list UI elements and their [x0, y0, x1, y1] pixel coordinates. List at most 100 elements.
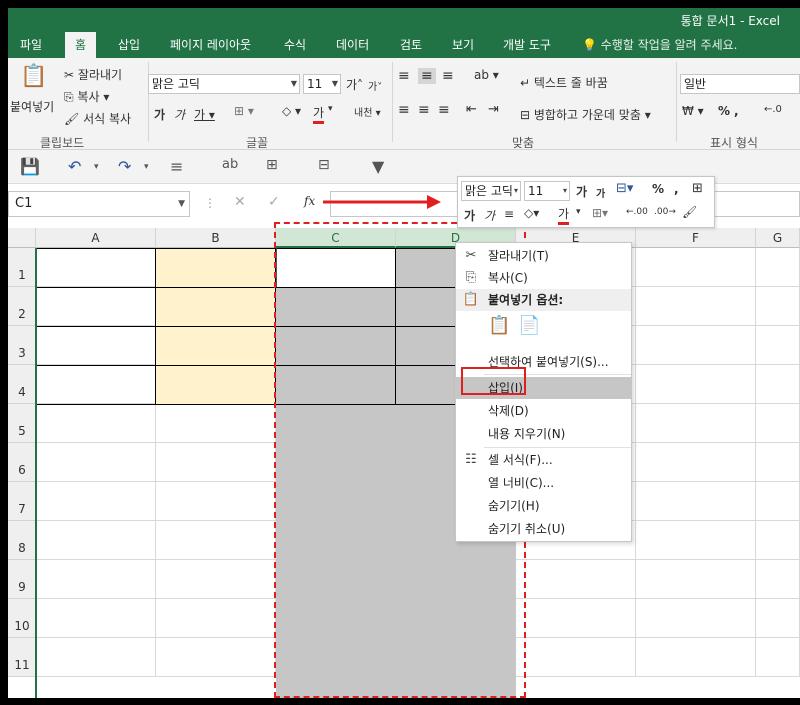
column-header-f[interactable]: F — [636, 228, 756, 248]
grid-cell[interactable] — [36, 443, 156, 482]
grid-cell[interactable] — [636, 443, 756, 482]
grid-cell[interactable] — [756, 287, 800, 326]
menu-format-cells[interactable]: ☷ 셀 서식(F)... — [456, 449, 631, 471]
tab-insert[interactable]: 삽입 — [118, 32, 140, 58]
grid-cell[interactable] — [36, 638, 156, 677]
wrap-text-button[interactable]: ↵ 텍스트 줄 바꿈 — [520, 74, 608, 91]
mini-fill-color-icon[interactable]: ◇▾ — [524, 206, 539, 220]
grid-cell[interactable] — [36, 599, 156, 638]
row-header-5[interactable]: 5 — [8, 404, 36, 443]
grid-cell[interactable] — [156, 638, 276, 677]
tab-view[interactable]: 보기 — [452, 32, 474, 58]
menu-hide[interactable]: 숨기기(H) — [456, 495, 631, 517]
tab-review[interactable]: 검토 — [400, 32, 422, 58]
tab-page-layout[interactable]: 페이지 레이아웃 — [170, 32, 251, 58]
mini-size-combo[interactable]: 11 ▾ — [524, 181, 570, 201]
grid-cell[interactable] — [636, 638, 756, 677]
tab-formulas[interactable]: 수식 — [284, 32, 306, 58]
row-header-7[interactable]: 7 — [8, 482, 36, 521]
column-header-a[interactable]: A — [36, 228, 156, 248]
grid-cell[interactable] — [756, 365, 800, 404]
grid-cell[interactable] — [636, 287, 756, 326]
chevron-down-icon[interactable]: ▾ — [576, 207, 581, 217]
cell-a3[interactable] — [36, 326, 156, 366]
tab-home[interactable]: 홈 — [65, 32, 97, 58]
select-all-corner[interactable] — [8, 228, 36, 248]
row-header-10[interactable]: 10 — [8, 599, 36, 638]
cell-a4[interactable] — [36, 365, 156, 405]
redo-icon[interactable]: ↷ — [118, 157, 131, 176]
grid-cell[interactable] — [756, 560, 800, 599]
grid-cell[interactable] — [36, 560, 156, 599]
menu-column-width[interactable]: 열 너비(C)... — [456, 472, 631, 494]
underline-button[interactable]: 가 ▾ — [194, 106, 215, 123]
grid-cell[interactable] — [756, 521, 800, 560]
grid-cell[interactable] — [156, 443, 276, 482]
save-icon[interactable]: 💾 — [20, 157, 40, 176]
cell-b2[interactable] — [155, 287, 276, 327]
grid-cell[interactable] — [36, 404, 156, 443]
format-table-icon[interactable]: ⊞ — [692, 181, 703, 196]
number-format-combo[interactable]: 일반 — [680, 74, 800, 94]
align-icon[interactable]: ≡ — [170, 157, 183, 176]
font-size-combo[interactable]: 11 ▼ — [303, 74, 341, 94]
menu-copy[interactable]: ⎘ 복사(C) — [456, 267, 631, 289]
column-header-b[interactable]: B — [156, 228, 276, 248]
name-box[interactable]: C1 ▼ — [8, 191, 190, 217]
orientation-icon[interactable]: ab ▾ — [474, 68, 499, 82]
align-right-icon[interactable]: ≡ — [438, 102, 450, 118]
chevron-down-icon[interactable]: ▾ — [144, 162, 149, 172]
row-header-6[interactable]: 6 — [8, 443, 36, 482]
cell-b1[interactable] — [155, 248, 276, 288]
paste-icon[interactable]: 📋 — [488, 315, 510, 336]
grow-font-icon[interactable]: 가 — [576, 183, 587, 200]
currency-icon[interactable]: ⊟▾ — [616, 181, 633, 196]
grid-cell[interactable] — [156, 482, 276, 521]
cell-b4[interactable] — [155, 365, 276, 405]
currency-icon[interactable]: ₩ ▾ — [682, 104, 704, 118]
orientation-icon[interactable]: ab — [222, 157, 238, 172]
cell-a2[interactable] — [36, 287, 156, 327]
grid-cell[interactable] — [636, 365, 756, 404]
format-painter-button[interactable]: 🖌 서식 복사 — [64, 110, 131, 127]
tab-file[interactable]: 파일 — [20, 32, 42, 58]
row-header-3[interactable]: 3 — [8, 326, 36, 365]
bold-button[interactable]: 가 — [154, 106, 165, 123]
grid-cell[interactable] — [516, 638, 636, 677]
decrease-decimal-icon[interactable]: .00→ — [654, 207, 676, 217]
font-name-combo[interactable]: 맑은 고딕 ▼ — [148, 74, 300, 94]
mini-font-color-icon[interactable]: 가 — [558, 205, 570, 225]
grid-cell[interactable] — [516, 560, 636, 599]
grid-cell[interactable] — [756, 638, 800, 677]
chevron-down-icon[interactable]: ▼ — [178, 192, 185, 216]
comma-button[interactable]: , — [734, 104, 739, 118]
grid-cell[interactable] — [636, 560, 756, 599]
grid-cell[interactable] — [636, 404, 756, 443]
grid-cell[interactable] — [156, 521, 276, 560]
mini-comma-button[interactable]: , — [674, 182, 679, 196]
grid-cell[interactable] — [756, 482, 800, 521]
tell-me-box[interactable]: 💡 수행할 작업을 알려 주세요. — [582, 32, 737, 58]
increase-decimal-icon[interactable]: ←.00 — [626, 207, 648, 217]
mini-border-icon[interactable]: ⊞▾ — [592, 206, 608, 220]
menu-clear-contents[interactable]: 내용 지우기(N) — [456, 423, 631, 445]
undo-icon[interactable]: ↶ — [68, 157, 81, 176]
row-header-8[interactable]: 8 — [8, 521, 36, 560]
grid-cell[interactable] — [756, 599, 800, 638]
row-header-11[interactable]: 11 — [8, 638, 36, 677]
mini-italic-button[interactable]: 가 — [484, 207, 495, 224]
grid-cell[interactable] — [636, 521, 756, 560]
menu-delete[interactable]: 삭제(D) — [456, 400, 631, 422]
filter-icon[interactable]: ▼ — [372, 157, 384, 176]
row-header-9[interactable]: 9 — [8, 560, 36, 599]
copy-button[interactable]: ⎘ 복사 ▾ — [64, 88, 109, 105]
cell-b3[interactable] — [155, 326, 276, 366]
align-bottom-icon[interactable]: ≡ — [442, 68, 454, 84]
cancel-icon[interactable]: ✕ — [234, 194, 246, 210]
tab-developer[interactable]: 개발 도구 — [503, 32, 551, 58]
mini-font-combo[interactable]: 맑은 고딕 ▾ — [461, 181, 521, 201]
mini-align-icon[interactable]: ≡ — [504, 207, 514, 221]
fx-icon[interactable]: fx — [304, 194, 315, 208]
border-icon[interactable]: ⊞ ▾ — [234, 104, 254, 118]
format-icon[interactable]: ⊞ — [266, 157, 278, 173]
